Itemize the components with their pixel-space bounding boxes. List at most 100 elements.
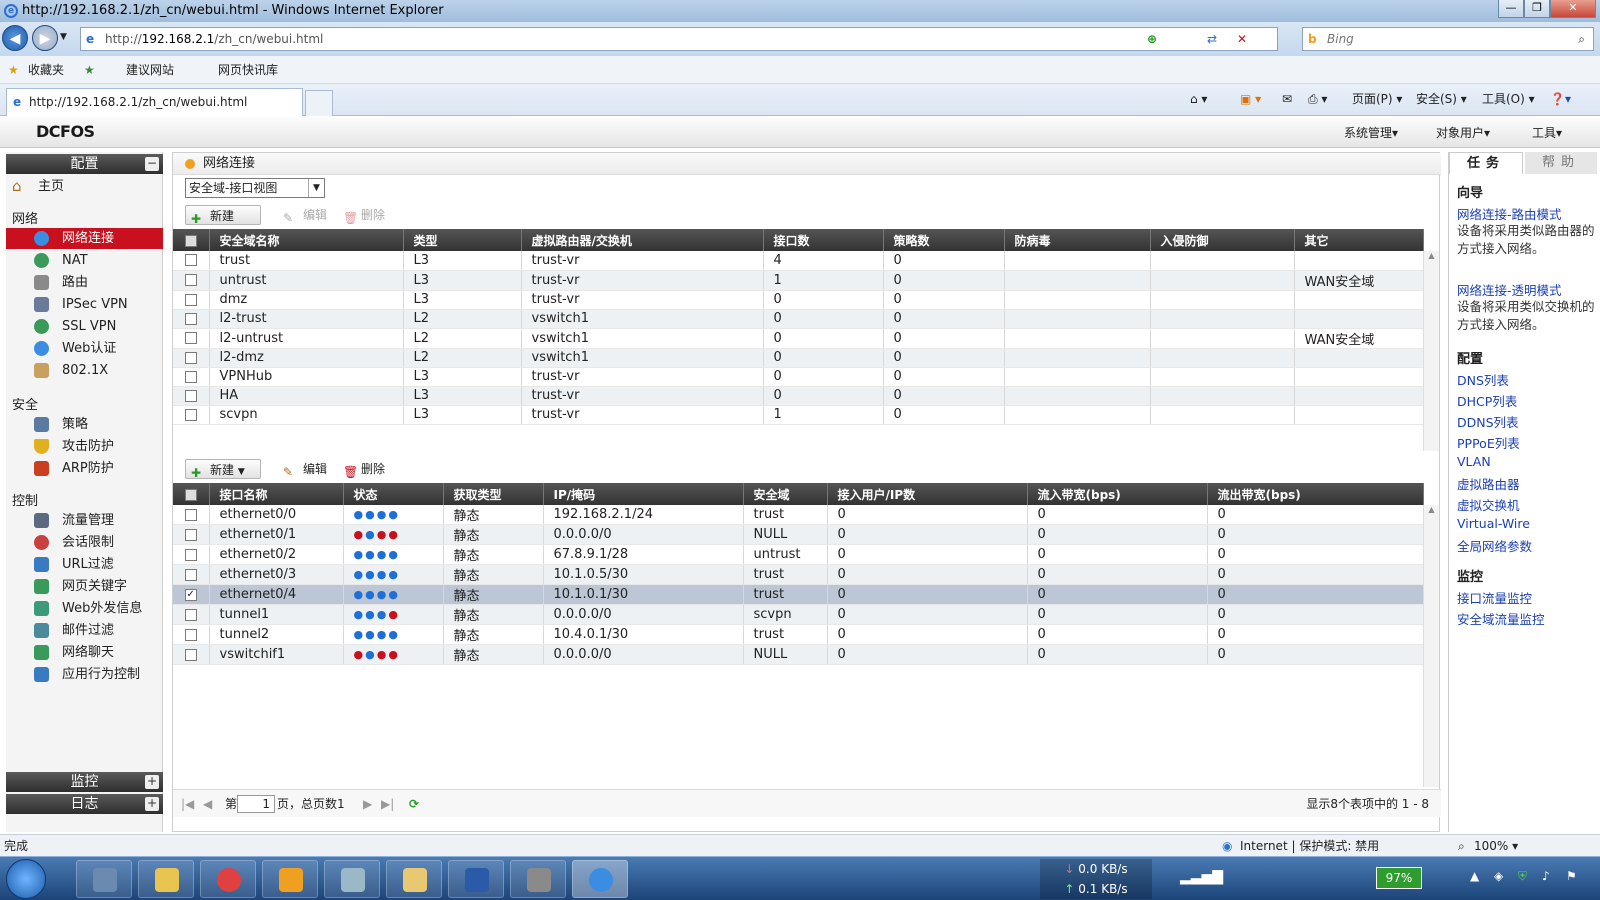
battery-indicator[interactable]: 97% — [1376, 867, 1422, 889]
refresh-icon[interactable]: ⇄ — [1207, 28, 1217, 50]
chevron-down-icon[interactable]: ▼ — [238, 467, 245, 477]
table-row[interactable]: l2-dmz L2 vswitch1 0 0 — [173, 348, 1424, 368]
link-pppoe[interactable]: PPPoE列表 — [1457, 433, 1520, 452]
sidebar-item-traffic-mgmt[interactable]: 流量管理 — [6, 510, 163, 531]
link-vrouter[interactable]: 虚拟路由器 — [1457, 474, 1520, 493]
expand-icon[interactable]: + — [145, 775, 159, 789]
col-type[interactable]: 类型 — [403, 229, 522, 251]
row-checkbox[interactable]: ✓ — [173, 584, 210, 605]
prev-page-icon[interactable]: ◀ — [203, 790, 212, 818]
col-out-bw[interactable]: 流出带宽(bps) — [1207, 483, 1424, 505]
table-row[interactable]: ethernet0/3 ●●●● 静态 10.1.0.5/30 trust 0 0 0 — [173, 564, 1424, 585]
col-vrouter[interactable]: 虚拟路由器/交换机 — [521, 229, 764, 251]
row-checkbox[interactable] — [173, 644, 210, 665]
link-vswitch[interactable]: 虚拟交换机 — [1457, 495, 1520, 514]
sidebar-item-web-keyword[interactable]: 网页关键字 — [6, 576, 163, 597]
col-antivirus[interactable]: 防病毒 — [1004, 229, 1151, 251]
row-checkbox[interactable] — [173, 328, 210, 349]
history-dropdown-icon[interactable]: ▼ — [60, 32, 67, 42]
view-select[interactable]: 安全域-接口视图 ▼ — [185, 178, 325, 198]
next-page-icon[interactable]: ▶ — [363, 790, 372, 818]
zoom-icon[interactable]: ⌕ — [1458, 835, 1465, 857]
print-icon[interactable]: ⎙ ▾ — [1308, 89, 1327, 109]
row-checkbox[interactable] — [173, 309, 210, 329]
sidebar-item-route[interactable]: 路由 — [6, 272, 163, 293]
sidebar-item-im[interactable]: 网络聊天 — [6, 642, 163, 663]
page-number-input[interactable]: 1 — [237, 795, 275, 813]
table-row[interactable]: untrust L3 trust-vr 1 0 WAN安全域 — [173, 270, 1424, 291]
taskbar-app-computer[interactable] — [76, 860, 132, 898]
row-checkbox[interactable] — [173, 405, 210, 425]
col-acquire[interactable]: 获取类型 — [443, 483, 544, 505]
web-slices-link[interactable]: 网页快讯库 — [218, 56, 278, 84]
table-row[interactable]: l2-untrust L2 vswitch1 0 0 WAN安全域 — [173, 328, 1424, 349]
first-page-icon[interactable]: |◀ — [181, 790, 194, 818]
col-ip[interactable]: IP/掩码 — [543, 483, 744, 505]
sidebar-item-web-auth[interactable]: Web认证 — [6, 338, 163, 359]
zone-edit-button[interactable]: ✎ 编辑 — [283, 205, 327, 225]
table-row[interactable]: ✓ ethernet0/4 ●●●● 静态 10.1.0.1/30 trust 0 0 0 — [173, 584, 1424, 605]
table-row[interactable]: dmz L3 trust-vr 0 0 — [173, 290, 1424, 310]
taskbar-app-explorer[interactable] — [386, 860, 442, 898]
link-dns[interactable]: DNS列表 — [1457, 370, 1509, 389]
taskbar-app-ie[interactable] — [572, 860, 628, 898]
search-icon[interactable]: ⌕ — [1578, 28, 1585, 50]
tray-flag-icon[interactable]: ⚑ — [1566, 869, 1577, 883]
table-row[interactable]: trust L3 trust-vr 4 0 — [173, 251, 1424, 271]
sidebar-item-ssl-vpn[interactable]: SSL VPN — [6, 316, 163, 337]
table-row[interactable]: tunnel2 ●●●● 静态 10.4.0.1/30 trust 0 0 0 — [173, 624, 1424, 645]
zones-scrollbar[interactable]: ▲ — [1423, 251, 1439, 451]
guide-transparent-link[interactable]: 网络连接-透明模式 — [1457, 280, 1562, 299]
close-window-button[interactable]: ✕ — [1550, 0, 1596, 18]
last-page-icon[interactable]: ▶| — [381, 790, 394, 818]
col-ips[interactable]: 入侵防御 — [1150, 229, 1295, 251]
sidebar-item-policy[interactable]: 策略 — [6, 414, 163, 435]
link-dhcp[interactable]: DHCP列表 — [1457, 391, 1517, 410]
menu-tools[interactable]: 工具▾ — [1532, 124, 1562, 141]
col-status[interactable]: 状态 — [343, 483, 444, 505]
table-row[interactable]: HA L3 trust-vr 0 0 — [173, 386, 1424, 406]
taskbar-app-notes[interactable] — [324, 860, 380, 898]
row-checkbox[interactable] — [173, 270, 210, 291]
tray-shield-icon[interactable]: ⛨ — [1518, 869, 1527, 884]
zone-new-button[interactable]: ✚ 新建 — [185, 205, 261, 226]
tray-expand-icon[interactable]: ▲ — [1470, 869, 1479, 883]
row-checkbox[interactable] — [173, 386, 210, 406]
table-row[interactable]: ethernet0/1 ●●●● 静态 0.0.0.0/0 NULL 0 0 0 — [173, 524, 1424, 545]
home-icon[interactable]: ⌂ ▾ — [1190, 89, 1207, 109]
link-zone-traffic[interactable]: 安全域流量监控 — [1457, 609, 1545, 628]
taskbar-app-word[interactable] — [448, 860, 504, 898]
col-in-bw[interactable]: 流入带宽(bps) — [1027, 483, 1208, 505]
link-global-params[interactable]: 全局网络参数 — [1457, 536, 1532, 555]
back-button[interactable]: ◀ — [2, 25, 28, 51]
menu-system[interactable]: 系统管理▾ — [1344, 124, 1398, 141]
row-checkbox[interactable] — [173, 624, 210, 645]
favorites-button[interactable]: 收藏夹 — [28, 56, 64, 84]
table-row[interactable]: ethernet0/2 ●●●● 静态 67.8.9.1/28 untrust 0 0 0 — [173, 544, 1424, 565]
col-if-name[interactable]: 接口名称 — [209, 483, 344, 505]
table-row[interactable]: VPNHub L3 trust-vr 0 0 — [173, 367, 1424, 387]
stop-icon[interactable]: ✕ — [1237, 28, 1247, 50]
sidebar-item-network-connection[interactable]: 网络连接 — [6, 228, 163, 249]
row-checkbox[interactable] — [173, 348, 210, 368]
sidebar-monitor-header[interactable]: 监控 + — [6, 772, 163, 792]
taskbar-app-folder[interactable] — [138, 860, 194, 898]
col-zone[interactable]: 安全域 — [743, 483, 828, 505]
taskbar-app-browser[interactable] — [200, 860, 256, 898]
sidebar-item-8021x[interactable]: 802.1X — [6, 360, 163, 381]
compat-icon[interactable]: ⊕ — [1147, 28, 1157, 50]
sidebar-item-attack-defense[interactable]: 攻击防护 — [6, 436, 163, 457]
select-all-checkbox[interactable] — [173, 483, 210, 505]
new-tab-button[interactable] — [305, 90, 333, 116]
mail-icon[interactable]: ✉ — [1282, 89, 1292, 109]
row-checkbox[interactable] — [173, 544, 210, 565]
sidebar-item-mail-filter[interactable]: 邮件过滤 — [6, 620, 163, 641]
interfaces-scrollbar[interactable]: ▲ — [1423, 505, 1439, 787]
link-if-traffic[interactable]: 接口流量监控 — [1457, 588, 1532, 607]
sidebar-item-app-control[interactable]: 应用行为控制 — [6, 664, 163, 685]
sidebar-item-nat[interactable]: NAT — [6, 250, 163, 271]
select-all-checkbox[interactable] — [173, 229, 210, 251]
feeds-icon[interactable]: ▣ ▾ — [1240, 89, 1261, 109]
tray-volume-icon[interactable]: ♪ — [1542, 869, 1550, 883]
sidebar-item-ipsec-vpn[interactable]: IPSec VPN — [6, 294, 163, 315]
